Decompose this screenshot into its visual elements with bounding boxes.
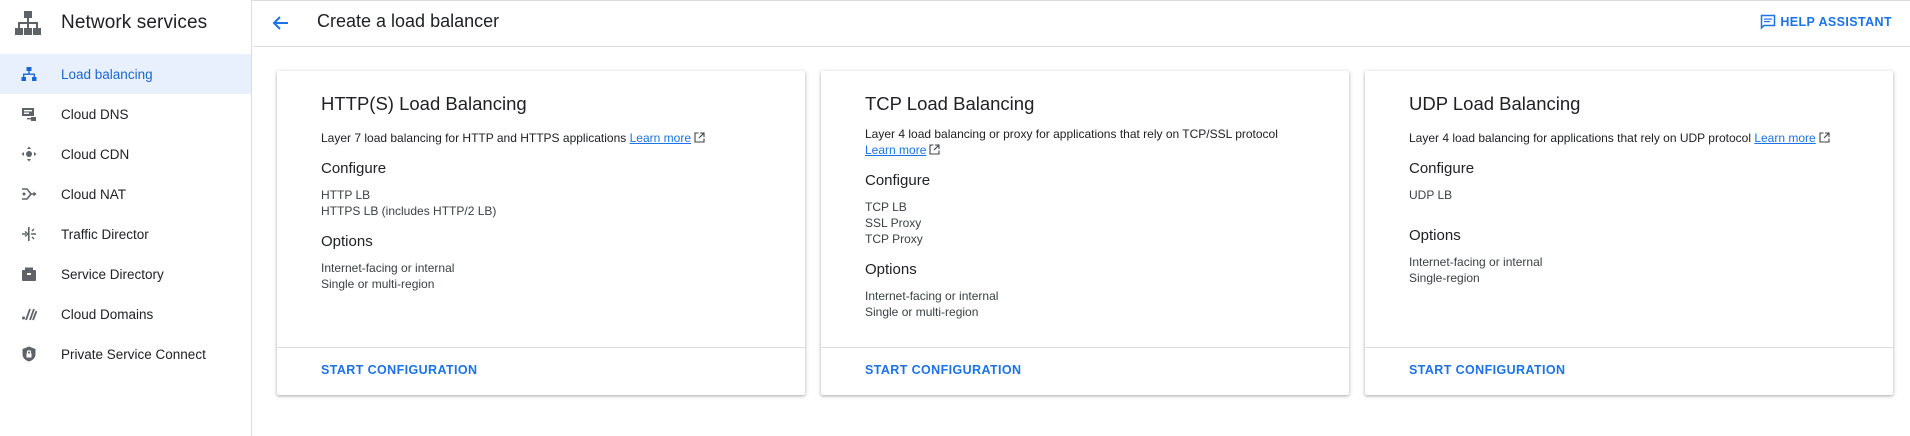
option-item: Internet-facing or internal [865, 289, 999, 303]
option-item: Single or multi-region [865, 305, 979, 319]
options-list: Internet-facing or internal Single or mu… [321, 260, 765, 292]
service-directory-icon [20, 265, 38, 283]
external-link-icon [1819, 131, 1830, 143]
sidebar-item-label: Private Service Connect [61, 346, 206, 362]
start-configuration-button[interactable]: START CONFIGURATION [1409, 363, 1565, 377]
option-item: Internet-facing or internal [1409, 255, 1543, 269]
card-description-text: Layer 4 load balancing or proxy for appl… [865, 127, 1278, 141]
sidebar-item-private-service-connect[interactable]: Private Service Connect [0, 334, 251, 374]
private-service-connect-icon [20, 345, 38, 363]
configure-list: HTTP LB HTTPS LB (includes HTTP/2 LB) [321, 187, 765, 219]
sidebar-item-label: Cloud NAT [61, 186, 127, 202]
sidebar-item-label: Cloud DNS [61, 106, 129, 122]
page-title: Create a load balancer [317, 11, 500, 31]
load-balancing-icon [20, 65, 38, 83]
sidebar-item-cloud-dns[interactable]: Cloud DNS [0, 94, 251, 134]
sidebar-item-label: Service Directory [61, 266, 164, 282]
card-tcp-load-balancing: TCP Load Balancing Layer 4 load balancin… [821, 71, 1349, 395]
nat-icon [20, 185, 38, 203]
card-description-text: Layer 4 load balancing for applications … [1409, 131, 1751, 145]
sidebar-nav: Load balancing Cloud DNS Cloud CDN Cloud… [0, 54, 251, 374]
start-configuration-button[interactable]: START CONFIGURATION [865, 363, 1021, 377]
card-footer: START CONFIGURATION [821, 347, 1349, 395]
configure-item: TCP LB [865, 200, 907, 214]
configure-list: TCP LB SSL Proxy TCP Proxy [865, 199, 1309, 247]
sidebar-item-label: Cloud Domains [61, 306, 154, 322]
configure-item: UDP LB [1409, 188, 1453, 202]
sidebar-item-cloud-domains[interactable]: Cloud Domains [0, 294, 251, 334]
cdn-icon [20, 145, 38, 163]
sidebar-header: Network services [0, 0, 251, 45]
page-header: Create a load balancer HELP ASSISTANT [253, 0, 1910, 47]
chat-icon [1760, 14, 1776, 30]
dns-icon [20, 105, 38, 123]
domains-icon [20, 305, 38, 323]
card-title: UDP Load Balancing [1409, 93, 1581, 114]
help-assistant-label: HELP ASSISTANT [1780, 15, 1892, 29]
traffic-director-icon [20, 225, 38, 243]
configure-heading: Configure [1409, 160, 1475, 177]
card-description: Layer 4 load balancing or proxy for appl… [865, 126, 1309, 158]
external-link-icon [694, 131, 705, 143]
configure-item: TCP Proxy [865, 232, 923, 246]
options-list: Internet-facing or internal Single or mu… [865, 288, 1309, 320]
start-configuration-button[interactable]: START CONFIGURATION [321, 363, 477, 377]
configure-list: UDP LB [1409, 187, 1853, 203]
learn-more-link[interactable]: Learn more [865, 143, 926, 157]
card-title: TCP Load Balancing [865, 93, 1035, 114]
card-description: Layer 7 load balancing for HTTP and HTTP… [321, 130, 765, 146]
configure-heading: Configure [865, 172, 931, 189]
option-item: Single or multi-region [321, 277, 435, 291]
configure-heading: Configure [321, 160, 387, 177]
card-description: Layer 4 load balancing for applications … [1409, 130, 1853, 146]
card-https-load-balancing: HTTP(S) Load Balancing Layer 7 load bala… [277, 71, 805, 395]
app-title: Network services [61, 11, 208, 33]
configure-item: HTTP LB [321, 188, 371, 202]
help-assistant-button[interactable]: HELP ASSISTANT [1760, 14, 1892, 30]
options-heading: Options [321, 233, 373, 250]
card-footer: START CONFIGURATION [277, 347, 805, 395]
card-title: HTTP(S) Load Balancing [321, 93, 527, 114]
sidebar: Network services Load balancing Cloud DN… [0, 0, 252, 436]
back-arrow-icon[interactable] [270, 12, 292, 34]
options-heading: Options [865, 261, 917, 278]
sidebar-item-load-balancing[interactable]: Load balancing [0, 54, 251, 94]
card-description-text: Layer 7 load balancing for HTTP and HTTP… [321, 131, 627, 145]
learn-more-link[interactable]: Learn more [1754, 131, 1815, 145]
configure-item: HTTPS LB (includes HTTP/2 LB) [321, 204, 497, 218]
options-heading: Options [1409, 227, 1461, 244]
sidebar-item-cloud-cdn[interactable]: Cloud CDN [0, 134, 251, 174]
card-footer: START CONFIGURATION [1365, 347, 1893, 395]
sidebar-item-label: Load balancing [61, 66, 153, 82]
card-udp-load-balancing: UDP Load Balancing Layer 4 load balancin… [1365, 71, 1893, 395]
sidebar-item-service-directory[interactable]: Service Directory [0, 254, 251, 294]
learn-more-link[interactable]: Learn more [630, 131, 691, 145]
sidebar-item-traffic-director[interactable]: Traffic Director [0, 214, 251, 254]
option-item: Internet-facing or internal [321, 261, 455, 275]
sidebar-item-label: Traffic Director [61, 226, 149, 242]
network-services-logo-icon [14, 9, 42, 37]
sidebar-item-cloud-nat[interactable]: Cloud NAT [0, 174, 251, 214]
option-item: Single-region [1409, 271, 1480, 285]
sidebar-item-label: Cloud CDN [61, 146, 130, 162]
external-link-icon [929, 143, 940, 155]
configure-item: SSL Proxy [865, 216, 922, 230]
options-list: Internet-facing or internal Single-regio… [1409, 254, 1853, 286]
